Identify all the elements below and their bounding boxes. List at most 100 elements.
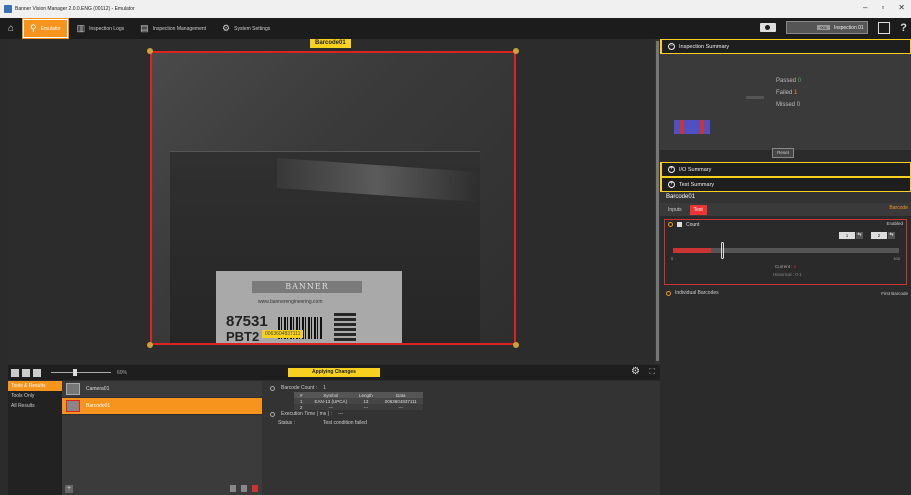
min-count-input[interactable]: 1 [839,232,855,239]
missed-value: 0 [796,102,801,108]
scroll-thumb[interactable] [656,41,659,361]
expand-icon[interactable] [270,411,275,417]
min-spin-button[interactable]: ⇆ [856,232,863,239]
max-spin-button[interactable]: ⇆ [888,232,895,239]
max-count-input[interactable]: 2 [871,232,887,239]
search-icon: ⚲ [30,23,37,33]
tab-system-settings[interactable]: ⚙ System Settings [214,18,278,39]
applying-changes-status: Applying Changes [288,368,380,377]
count-header: Count Enabled [665,220,906,229]
app-logo-icon [4,5,12,13]
tab-inspection-management[interactable]: ▤ Inspection Management [132,18,214,39]
product-label: BANNER www.bannerengineering.com 87531 P… [216,271,402,343]
roi-handle-bl[interactable] [147,342,153,348]
section-title: Inspection Summary [679,43,730,50]
io-summary-header[interactable]: + I/O Summary [660,162,911,177]
expand-icon [666,290,671,296]
count-range-fill [673,248,711,253]
maximize-button[interactable]: ▫ [881,3,884,12]
inspection-select[interactable]: 001 Inspection 01 [786,21,869,34]
results-table: # Symbol Length Data 1 EAN-13 (UPCA) 13 … [294,392,423,410]
test-summary-header[interactable]: + Test Summary [660,177,911,192]
individual-barcodes-row[interactable]: Individual Barcodes First Barcode [660,288,911,298]
barcode-count-label: Barcode Count : [281,385,318,391]
tab-emulator[interactable]: ⚲ Emulator [22,18,69,39]
layout-single-icon[interactable] [11,368,19,377]
status-value: Test condition failed [322,420,367,426]
image-viewport[interactable]: Barcode01 BANNER www.bannerengineering.c… [8,39,655,364]
summary-bar [746,96,764,99]
barcode-count-value: 1 [323,385,326,391]
reset-button[interactable]: Reset [772,148,794,158]
tool-row-camera[interactable]: Camera01 [62,381,262,398]
failed-stat: Failed 1 [776,90,797,96]
count-checkbox[interactable] [677,222,682,227]
roi-label: Barcode01 [310,39,351,48]
inspection-name: Inspection 01 [833,24,864,31]
window-layout-icon[interactable] [878,21,891,34]
tool-row-barcode[interactable]: Barcode01 [62,398,262,415]
zoom-slider[interactable] [51,369,111,376]
passed-label: Passed [776,78,797,84]
part-number: 87531 [226,313,268,330]
barcode-result-tag: 0063604837111 [262,330,304,338]
layout-split-icon[interactable] [22,368,30,377]
image-icon[interactable] [33,368,41,377]
tool-label: Barcode01 [86,403,111,409]
tab-inputs[interactable]: Inputs [664,205,686,215]
roi-handle-tl[interactable] [147,48,153,54]
help-icon[interactable]: ? [900,22,907,34]
tab-label: System Settings [234,25,271,32]
count-test-box: Count Enabled 1 ⇆ 2 ⇆ 0 100 Current : 1 … [664,219,907,285]
tab-inspection-logs[interactable]: ▥ Inspection Logs [69,18,133,39]
collapse-icon[interactable] [668,222,673,227]
qr-code-graphic [334,313,356,341]
roi-handle-tr[interactable] [513,48,519,54]
brand-text: BANNER [252,281,362,293]
tab-label: Inspection Logs [89,25,125,32]
camera-tool-icon [66,383,80,395]
zoom-slider-thumb[interactable] [73,369,77,376]
expand-icon: + [668,181,675,188]
tab-label: Inspection Management [152,25,207,32]
tool-subtabs: Inputs Test Barcode [660,203,911,216]
tools-only-item[interactable]: Tools Only [8,391,62,401]
inspection-summary-header[interactable]: − Inspection Summary [660,39,911,54]
main-toolbar: ⌂ ⚲ Emulator ▥ Inspection Logs ▤ Inspect… [0,18,911,39]
collapse-icon[interactable] [270,385,275,391]
expand-icon: + [668,166,675,173]
historical-count: Historical : 0-1 [773,272,802,277]
barcode-tool-icon [66,400,80,412]
right-panel: − Inspection Summary Passed 0 Failed 1 M… [660,39,911,495]
cell: EAN-13 (UPCA) [308,398,354,404]
current-value: 1 [793,264,797,269]
paste-icon[interactable] [241,485,247,492]
camera-icon[interactable] [760,23,777,32]
tab-test[interactable]: Test [689,204,707,215]
camera-image[interactable]: BANNER www.bannerengineering.com 87531 P… [150,51,516,345]
individual-barcodes-label: Individual Barcodes [675,290,719,296]
copy-icon[interactable] [230,485,236,492]
tools-and-results-item[interactable]: Tools & Results [8,381,62,391]
missed-label: Missed [776,102,796,108]
passed-stat: Passed 0 [776,78,801,84]
tool-label: Camera01 [86,386,110,392]
add-tool-button[interactable]: + [65,485,73,493]
range-handle-min[interactable] [721,242,724,259]
roi-handle-br[interactable] [513,342,519,348]
gear-icon[interactable]: ⚙ [631,366,640,377]
minimize-button[interactable]: – [863,3,867,12]
close-button[interactable]: ✕ [898,3,905,12]
title-bar: Banner Vision Manager 2.0.0.ENG (00112) … [0,0,911,18]
tab-label: Emulator [40,25,61,32]
delete-icon[interactable] [252,485,258,492]
home-button[interactable]: ⌂ [0,18,22,39]
count-label: Count [686,221,700,228]
logs-icon: ▥ [76,23,86,33]
expand-icon[interactable]: ⛶ [649,367,655,377]
inspection-summary-body: Passed 0 Failed 1 Missed 0 Reset [660,54,911,158]
all-results-item[interactable]: All Results [8,401,62,411]
current-count: Current : 1 [775,264,796,269]
window-controls: – ▫ ✕ [863,3,905,12]
section-title: I/O Summary [679,166,712,173]
